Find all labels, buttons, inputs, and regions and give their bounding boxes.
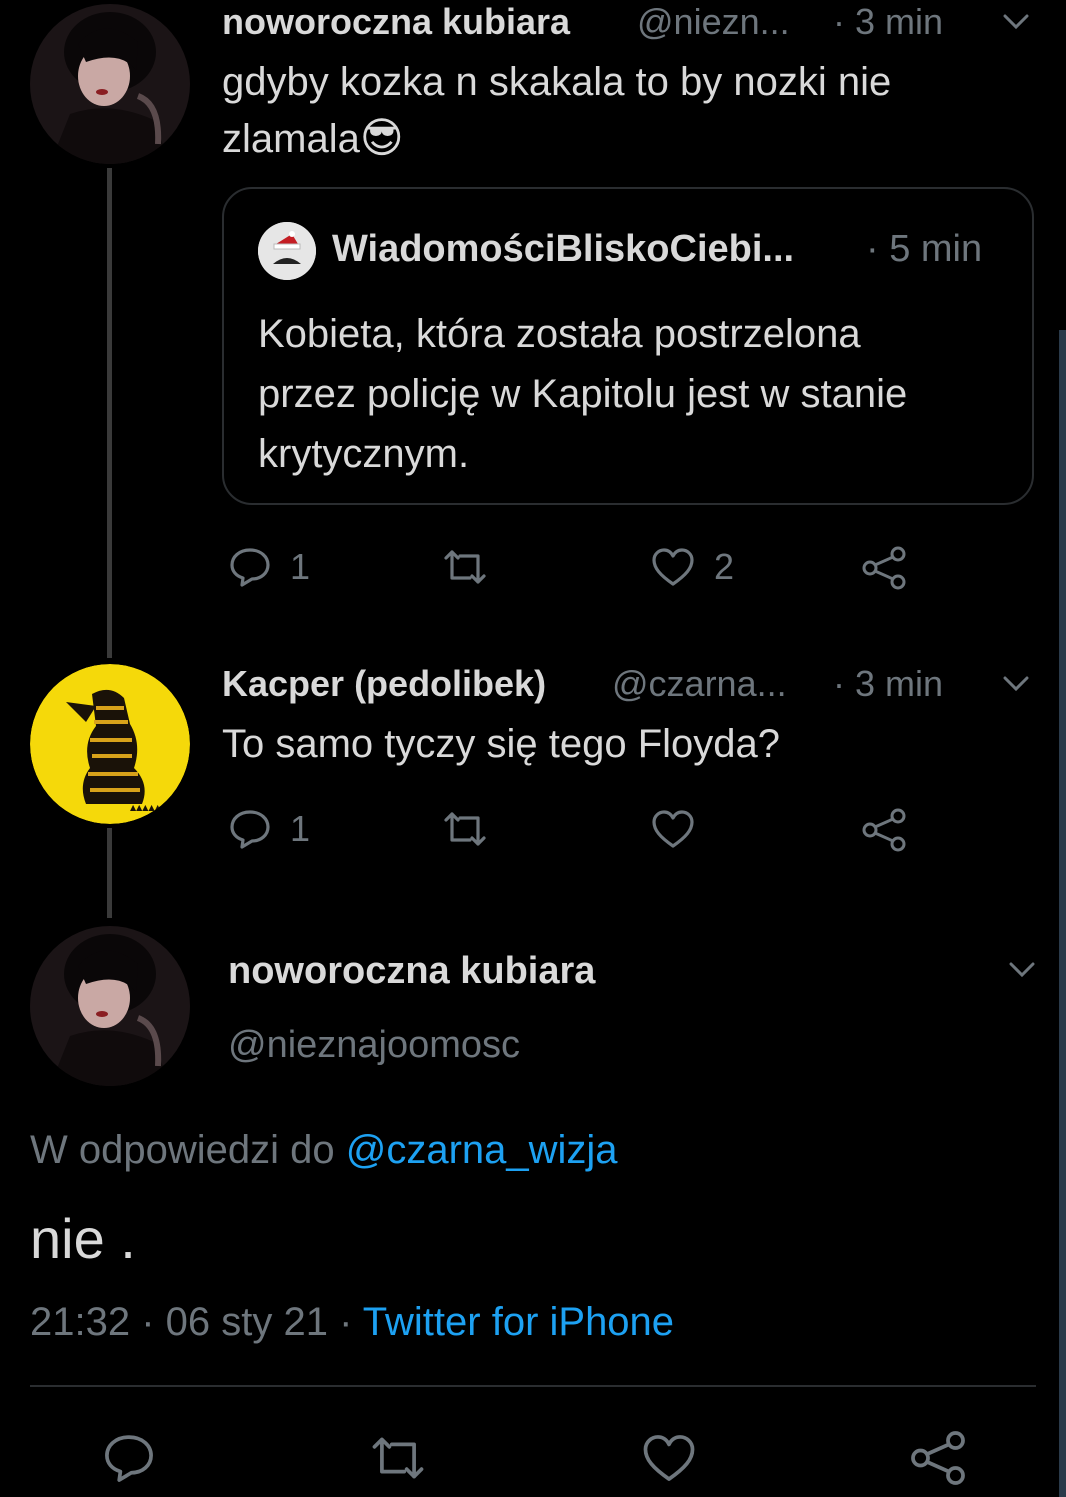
quote-text-line: krytycznym. bbox=[258, 432, 470, 476]
share-icon bbox=[862, 808, 906, 852]
reply-button[interactable]: 1 bbox=[228, 546, 310, 588]
quote-text-line: Kobieta, która została postrzelona bbox=[258, 312, 861, 356]
chevron-down-icon[interactable] bbox=[1002, 674, 1030, 694]
quote-text-line: przez policję w Kapitolu jest w stanie bbox=[258, 372, 908, 416]
reply-count: 1 bbox=[290, 808, 311, 849]
thread-line-upper bbox=[107, 168, 112, 658]
quote-source-name[interactable]: WiadomościBliskoCiebi... bbox=[332, 226, 794, 272]
display-name[interactable]: noworoczna kubiara bbox=[228, 948, 595, 994]
thread-line-lower bbox=[107, 828, 112, 918]
tweet-time: · 3 min bbox=[833, 663, 944, 704]
scrollbar[interactable] bbox=[1059, 330, 1066, 1497]
tweet-text: To samo tyczy się tego Floyda? bbox=[222, 722, 781, 766]
timestamp: 21:32 · 06 sty 21 · bbox=[30, 1300, 353, 1344]
tweet-meta: 21:32 · 06 sty 21 · Twitter for iPhone bbox=[30, 1296, 674, 1348]
chevron-down-icon[interactable] bbox=[1008, 960, 1036, 980]
display-name[interactable]: Kacper (pedolibek) bbox=[222, 662, 546, 706]
share-icon bbox=[911, 1431, 965, 1485]
like-button[interactable]: 2 bbox=[650, 546, 734, 588]
reply-prefix: W odpowiedzi do bbox=[30, 1128, 335, 1172]
divider bbox=[30, 1385, 1036, 1387]
main-tweet-text: nie . bbox=[30, 1207, 136, 1270]
avatar[interactable]: ▲▲▲▲▲ bbox=[30, 664, 190, 824]
like-icon bbox=[652, 810, 694, 848]
reply-icon bbox=[230, 548, 270, 587]
svg-text:▲▲▲▲▲: ▲▲▲▲▲ bbox=[130, 803, 162, 812]
tweet-text-line: zlamala😎 bbox=[222, 112, 404, 165]
retweet-icon bbox=[444, 812, 486, 846]
reply-icon bbox=[105, 1435, 153, 1482]
like-icon bbox=[643, 1435, 695, 1481]
avatar[interactable] bbox=[30, 4, 190, 164]
retweet-button[interactable] bbox=[366, 1432, 430, 1484]
like-icon bbox=[652, 548, 694, 586]
sunglasses-emoji-icon: 😎 bbox=[359, 114, 404, 161]
like-button[interactable] bbox=[650, 808, 714, 850]
share-button[interactable] bbox=[860, 808, 908, 852]
reply-count: 1 bbox=[290, 546, 311, 587]
reply-button[interactable]: 1 bbox=[228, 808, 310, 850]
share-button[interactable] bbox=[908, 1430, 968, 1486]
reply-to-link[interactable]: @czarna_wizja bbox=[346, 1128, 618, 1172]
user-handle[interactable]: @czarna... bbox=[612, 662, 787, 706]
avatar[interactable] bbox=[30, 926, 190, 1086]
retweet-icon bbox=[372, 1437, 424, 1479]
tweet-text-line2: zlamala bbox=[222, 117, 360, 161]
quote-time: · 5 min bbox=[866, 228, 983, 270]
chevron-down-icon[interactable] bbox=[1002, 12, 1030, 32]
reply-button[interactable] bbox=[102, 1432, 156, 1484]
user-handle[interactable]: @nieznajoomosc bbox=[228, 1022, 520, 1068]
like-button[interactable] bbox=[640, 1432, 698, 1484]
retweet-button[interactable] bbox=[440, 546, 508, 588]
client-link[interactable]: Twitter for iPhone bbox=[363, 1300, 674, 1344]
reply-icon bbox=[230, 810, 270, 849]
retweet-icon bbox=[444, 550, 486, 584]
user-handle[interactable]: @niezn... bbox=[637, 0, 790, 44]
quote-source-logo bbox=[258, 222, 316, 280]
reply-context: W odpowiedzi do @czarna_wizja bbox=[30, 1124, 618, 1176]
display-name[interactable]: noworoczna kubiara bbox=[222, 0, 570, 44]
tweet-text-line: gdyby kozka n skakala to by nozki nie bbox=[222, 60, 892, 104]
tweet-time: · 3 min bbox=[833, 1, 944, 42]
like-count: 2 bbox=[714, 546, 735, 587]
retweet-button[interactable] bbox=[440, 808, 508, 850]
share-button[interactable] bbox=[860, 546, 908, 590]
share-icon bbox=[862, 546, 906, 590]
